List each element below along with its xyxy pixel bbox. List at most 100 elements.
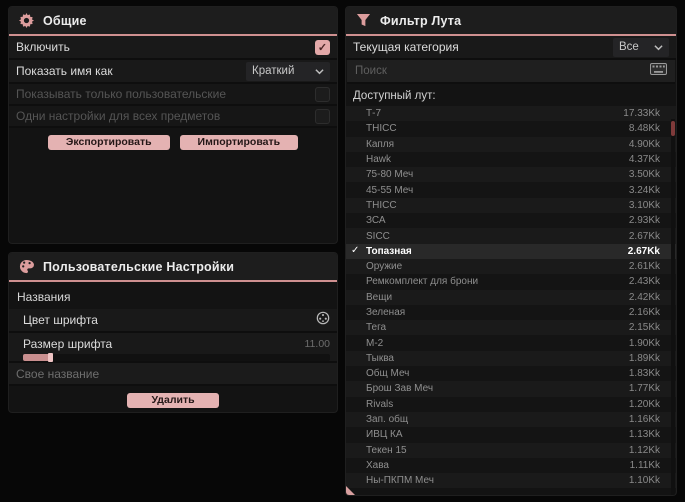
search-placeholder: Поиск bbox=[355, 65, 387, 77]
category-dropdown[interactable]: Все bbox=[613, 37, 669, 57]
only-custom-label: Показывать только пользовательские bbox=[16, 87, 226, 101]
custom-settings-title: Пользовательские Настройки bbox=[43, 259, 235, 274]
custom-settings-header[interactable]: Пользовательские Настройки bbox=[9, 253, 337, 280]
category-value: Все bbox=[619, 41, 639, 53]
loot-item-value: 2.61Kk bbox=[628, 261, 660, 273]
loot-filter-panel: Фильтр Лута Текущая категория Все Поиск … bbox=[345, 6, 677, 496]
funnel-icon bbox=[356, 13, 371, 28]
loot-item-name: Текен 15 bbox=[366, 444, 407, 456]
loot-row[interactable]: ✓ THICC 3.10Kk bbox=[346, 197, 676, 214]
loot-item-value: 1.10Kk bbox=[628, 475, 660, 487]
loot-row[interactable]: ✓ Ремкомплект для брони 2.43Kk bbox=[346, 274, 676, 290]
loot-row[interactable]: ✓ Тега 2.15Kk bbox=[346, 320, 676, 336]
loot-row[interactable]: ✓ ИВЦ КА 1.13Kk bbox=[346, 427, 676, 443]
loot-item-value: 2.42Kk bbox=[628, 291, 660, 303]
import-button[interactable]: Импортировать bbox=[179, 135, 299, 150]
same-settings-checkbox[interactable] bbox=[315, 108, 330, 124]
loot-item-name: Капля bbox=[366, 138, 395, 150]
loot-row[interactable]: ✓ Топазная 2.67Kk bbox=[346, 243, 676, 259]
loot-item-value: 1.20Kk bbox=[628, 398, 660, 410]
font-size-row: Размер шрифта 11.00 bbox=[9, 333, 337, 363]
loot-row[interactable]: ✓ Вещи 2.42Kk bbox=[346, 289, 676, 305]
enable-checkbox[interactable]: ✓ bbox=[315, 39, 330, 55]
font-size-slider[interactable] bbox=[23, 353, 330, 362]
loot-item-name: THICC bbox=[366, 123, 397, 135]
enable-label: Включить bbox=[16, 40, 70, 54]
loot-item-value: 17.33Kk bbox=[623, 108, 660, 120]
loot-item-name: Общ Меч bbox=[366, 368, 410, 380]
loot-item-value: 1.11Kk bbox=[629, 459, 660, 471]
general-panel-header[interactable]: Общие bbox=[9, 7, 337, 34]
loot-item-name: THICC bbox=[366, 199, 397, 211]
only-custom-checkbox[interactable] bbox=[315, 86, 330, 102]
loot-row[interactable]: ✓ Зеленая 2.16Kk bbox=[346, 304, 676, 321]
loot-row[interactable]: ✓ Оружие 2.61Kk bbox=[346, 258, 676, 275]
loot-item-value: 3.24Kk bbox=[628, 184, 660, 196]
loot-item-name: Зап. общ bbox=[366, 414, 409, 426]
loot-row[interactable]: ✓ М-2 1.90Kk bbox=[346, 335, 676, 351]
loot-item-name: SICC bbox=[366, 230, 390, 242]
loot-item-value: 2.16Kk bbox=[628, 307, 660, 318]
loot-row[interactable]: ✓ SICC 2.67Kk bbox=[346, 228, 676, 244]
loot-row[interactable]: ✓ Rivals 1.20Kk bbox=[346, 396, 676, 412]
export-button[interactable]: Экспортировать bbox=[47, 135, 170, 150]
loot-item-value: 1.16Kk bbox=[628, 414, 660, 426]
name-mode-dropdown[interactable]: Краткий bbox=[246, 61, 330, 81]
loot-item-name: Оружие bbox=[366, 261, 403, 273]
loot-item-name: Ремкомплект для брони bbox=[366, 276, 479, 288]
loot-item-value: 2.43Kk bbox=[628, 276, 660, 288]
loot-item-value: 2.67Kk bbox=[627, 245, 660, 257]
loot-item-name: Ны-ПКПМ Меч bbox=[366, 475, 434, 487]
loot-item-name: Rivals bbox=[366, 398, 394, 410]
loot-row[interactable]: ✓ ЗСА 2.93Kk bbox=[346, 213, 676, 229]
chevron-down-icon bbox=[315, 67, 324, 76]
same-settings-row: Одни настройки для всех предметов bbox=[9, 106, 337, 128]
scrollbar[interactable] bbox=[671, 119, 675, 495]
available-loot-label: Доступный лут: bbox=[353, 90, 436, 102]
loot-item-value: 2.67Kk bbox=[628, 230, 660, 242]
loot-row[interactable]: ✓ Тыква 1.89Kk bbox=[346, 350, 676, 367]
loot-row[interactable]: ✓ Текен 15 1.12Kk bbox=[346, 442, 676, 458]
loot-item-value: 1.12Kk bbox=[628, 444, 660, 456]
font-size-label: Размер шрифта bbox=[23, 337, 113, 351]
loot-item-name: Хава bbox=[366, 459, 389, 471]
loot-item-value: 1.89Kk bbox=[628, 352, 660, 364]
loot-item-value: 1.13Kk bbox=[628, 429, 660, 441]
delete-button[interactable]: Удалить bbox=[127, 393, 219, 408]
keyboard-icon[interactable] bbox=[650, 62, 667, 80]
slider-fill bbox=[23, 354, 51, 361]
custom-name-input[interactable]: Свое название bbox=[9, 363, 337, 386]
loot-row[interactable]: ✓ Капля 4.90Kk bbox=[346, 136, 676, 152]
names-section-label[interactable]: Названия bbox=[9, 282, 337, 309]
loot-row[interactable]: ✓ 45-55 Меч 3.24Kk bbox=[346, 182, 676, 198]
loot-row[interactable]: ✓ Т-7 17.33Kk bbox=[346, 106, 676, 122]
loot-item-value: 8.48Kk bbox=[628, 123, 660, 135]
loot-filter-header[interactable]: Фильтр Лута bbox=[346, 7, 676, 34]
loot-filter-title: Фильтр Лута bbox=[380, 13, 462, 28]
loot-item-value: 3.10Kk bbox=[628, 199, 660, 211]
loot-row[interactable]: ✓ Hawk 4.37Kk bbox=[346, 151, 676, 168]
loot-row[interactable]: ✓ 75-80 Меч 3.50Kk bbox=[346, 167, 676, 183]
loot-item-name: 75-80 Меч bbox=[366, 169, 414, 181]
search-input[interactable]: Поиск bbox=[347, 60, 675, 84]
resize-grip[interactable] bbox=[346, 486, 355, 495]
loot-row[interactable]: ✓ Зап. общ 1.16Kk bbox=[346, 411, 676, 428]
slider-handle[interactable] bbox=[47, 353, 53, 362]
loot-row[interactable]: ✓ Хава 1.11Kk bbox=[346, 457, 676, 474]
color-wheel-icon[interactable] bbox=[316, 311, 330, 330]
custom-name-placeholder: Свое название bbox=[16, 366, 100, 381]
loot-item-name: Топазная bbox=[366, 245, 412, 257]
name-mode-label: Показать имя как bbox=[16, 64, 113, 78]
loot-item-name: Брош Зав Меч bbox=[366, 383, 434, 395]
loot-item-name: Тыква bbox=[366, 352, 394, 364]
loot-item-value: 1.77Kk bbox=[628, 383, 660, 395]
loot-item-name: Зеленая bbox=[366, 307, 406, 318]
scrollbar-thumb[interactable] bbox=[671, 121, 675, 136]
loot-row[interactable]: ✓ THICC 8.48Kk bbox=[346, 121, 676, 137]
loot-item-name: Вещи bbox=[366, 291, 393, 303]
loot-item-value: 1.83Kk bbox=[628, 368, 660, 380]
loot-row[interactable]: ✓ Брош Зав Меч 1.77Kk bbox=[346, 381, 676, 397]
loot-row[interactable]: ✓ Общ Меч 1.83Kk bbox=[346, 366, 676, 382]
loot-item-name: Тега bbox=[366, 322, 387, 334]
loot-row[interactable]: ✓ Ны-ПКПМ Меч 1.10Kk bbox=[346, 473, 676, 489]
